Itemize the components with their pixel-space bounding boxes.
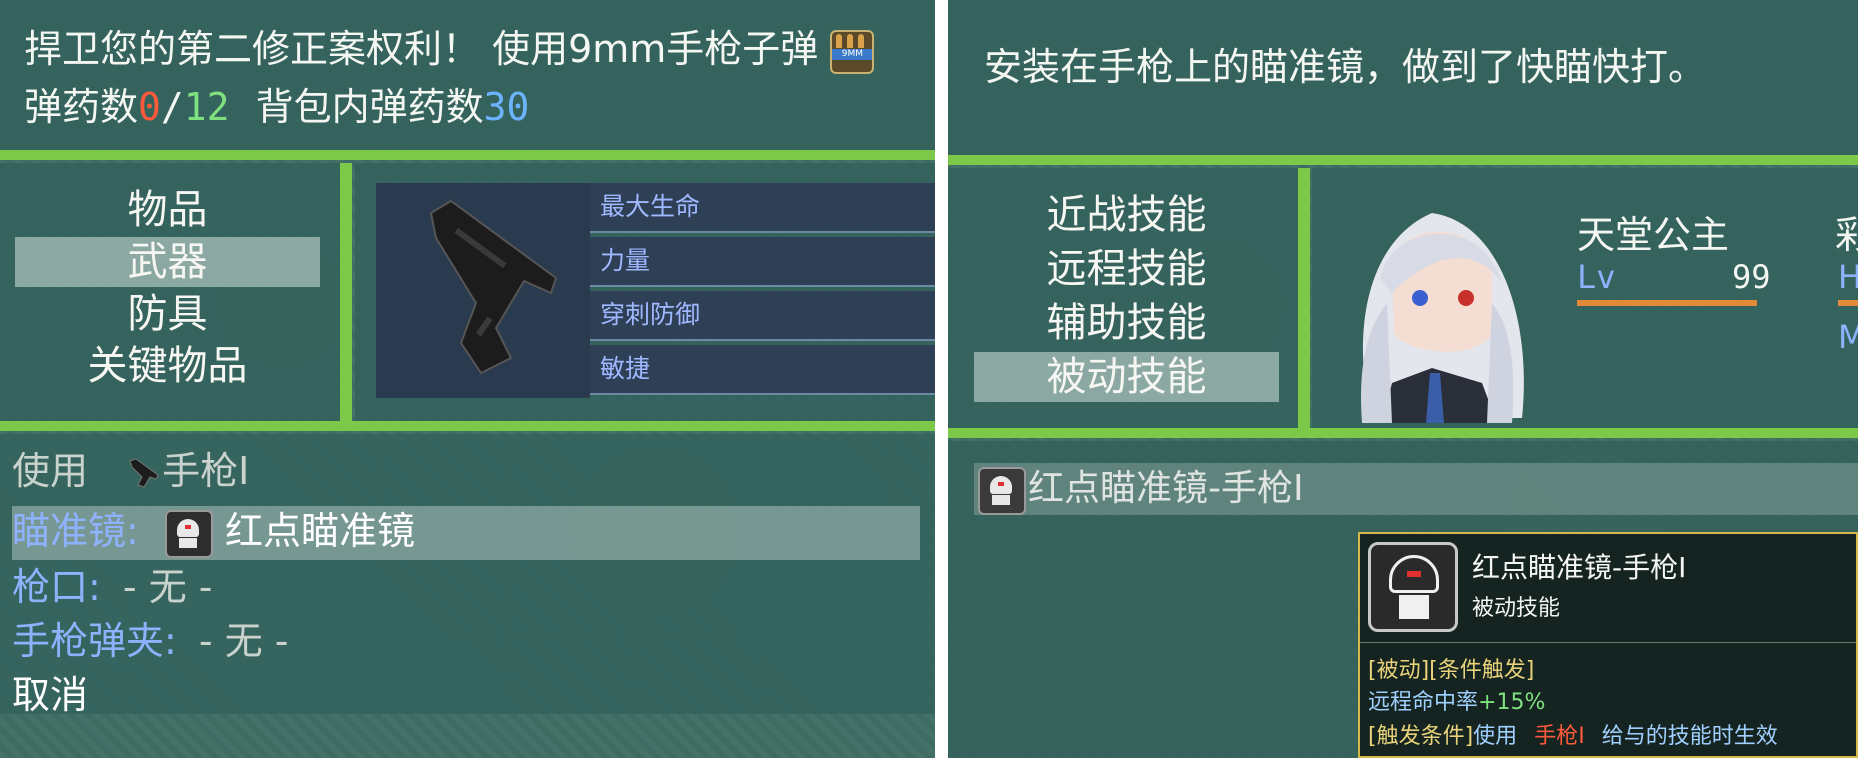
slot-value-magazine: - 无 - (198, 619, 289, 663)
hp-gauge-partial (1838, 300, 1858, 306)
cond-label: [触发条件] (1368, 724, 1474, 749)
slot-value-scope: 红点瞄准镜 (225, 509, 416, 553)
red-dot-sight-icon (978, 467, 1026, 515)
stat-strength: 力量 (590, 237, 935, 287)
skill-type-ranged[interactable]: 远程技能 (974, 244, 1279, 294)
mp-label-partial: M (1838, 318, 1858, 356)
tooltip-icon-frame (1368, 542, 1458, 632)
pistol-icon (429, 199, 558, 375)
effect-label: 远程命中率 (1368, 690, 1479, 715)
skill-tooltip: 红点瞄准镜-手枪Ⅰ 被动技能 [被动][条件触发] 远程命中率+15% [触发条… (1358, 532, 1858, 758)
stat-agility: 敏捷 (590, 345, 935, 395)
actor-name: 天堂公主 (1577, 213, 1730, 257)
divider (0, 150, 935, 160)
bag-ammo-count: 30 (483, 85, 530, 129)
slot-scope[interactable]: 瞄准镜: 红点瞄准镜 (12, 504, 415, 558)
hp-label-partial: H (1838, 258, 1858, 296)
stat-max-hp: 最大生命 (590, 183, 935, 233)
category-item-items[interactable]: 物品 (15, 185, 320, 235)
slot-label-scope: 瞄准镜: (12, 509, 139, 553)
ammo-line: 弹药数0/12 背包内弹药数30 (24, 76, 529, 131)
category-item-armor[interactable]: 防具 (15, 289, 320, 339)
tooltip-skill-name: 红点瞄准镜-手枪Ⅰ (1472, 551, 1687, 584)
category-item-weapons[interactable]: 武器 (15, 237, 320, 287)
divider (1298, 168, 1310, 428)
left-screen: 捍卫您的第二修正案权利！ 使用9mm手枪子弹 9MM 弹药数0/12 背包内弹药… (0, 0, 935, 758)
skill-type-support[interactable]: 辅助技能 (974, 298, 1279, 348)
slot-magazine[interactable]: 手枪弹夹: - 无 - (12, 614, 289, 668)
slot-muzzle[interactable]: 枪口: - 无 - (12, 560, 213, 614)
level-value: 99 (1732, 258, 1771, 296)
cond-pre: 使用 (1473, 724, 1518, 749)
actor-status-window: 天堂公主 彩 Lv 99 H M (1312, 168, 1858, 428)
tooltip-separator (1360, 642, 1856, 643)
weapon-name: 手枪Ⅰ (162, 449, 250, 493)
ammo-sep: / (160, 85, 184, 129)
cancel-button[interactable]: 取消 (12, 668, 88, 722)
skill-type-melee[interactable]: 近战技能 (974, 190, 1279, 240)
effect-value: +15% (1478, 690, 1546, 715)
skill-name: 红点瞄准镜-手枪Ⅰ (1028, 468, 1304, 509)
help-window: 捍卫您的第二修正案权利！ 使用9mm手枪子弹 9MM 弹药数0/12 背包内弹药… (0, 0, 935, 150)
slot-label-muzzle: 枪口: (12, 565, 101, 609)
ammo-icon-label: 9MM (832, 48, 873, 60)
help-text: 捍卫您的第二修正案权利！ 使用9mm手枪子弹 (24, 27, 819, 71)
equip-window: 使用 手枪Ⅰ 瞄准镜: 红点瞄准镜 枪口: - 无 - 手枪弹夹: - 无 - … (0, 434, 935, 717)
level-label: Lv (1577, 258, 1616, 296)
slot-value-muzzle: - 无 - (122, 565, 213, 609)
skill-type-window: 近战技能 远程技能 辅助技能 被动技能 (948, 168, 1298, 428)
slot-label-magazine: 手枪弹夹: (12, 619, 177, 663)
ammo-9mm-icon: 9MM (830, 29, 875, 74)
level-gauge (1577, 300, 1757, 306)
category-window: 物品 武器 防具 关键物品 (0, 163, 340, 421)
actor-portrait (1361, 213, 1524, 423)
use-row: 使用 手枪Ⅰ (12, 444, 249, 498)
actor-name-partial: 彩 (1835, 213, 1858, 257)
divider (948, 155, 1858, 165)
divider (948, 428, 1858, 438)
item-preview-box (376, 183, 590, 398)
pistol-small-icon (129, 457, 159, 488)
help-window: 安装在手枪上的瞄准镜，做到了快瞄快打。 (948, 0, 1858, 155)
stat-pierce-defense: 穿刺防御 (590, 291, 935, 341)
bag-ammo-label: 背包内弹药数 (255, 85, 484, 129)
skill-list-item[interactable]: 红点瞄准镜-手枪Ⅰ (974, 463, 1858, 515)
tooltip-skill-type: 被动技能 (1472, 596, 1561, 621)
divider (340, 163, 352, 421)
red-dot-sight-icon (164, 509, 213, 558)
ammo-label: 弹药数 (24, 85, 139, 129)
red-dot-sight-icon (1389, 555, 1439, 625)
skill-type-passive[interactable]: 被动技能 (974, 352, 1279, 402)
ammo-max: 12 (183, 85, 230, 129)
category-item-key-items[interactable]: 关键物品 (15, 341, 320, 391)
use-label: 使用 (12, 449, 89, 493)
cond-post: 给与的技能时生效 (1601, 724, 1778, 749)
ammo-current: 0 (138, 85, 161, 129)
cond-weapon: 手枪Ⅰ (1534, 724, 1585, 749)
tooltip-condition: [触发条件]使用 手枪Ⅰ 给与的技能时生效 (1368, 718, 1778, 750)
tooltip-tags: [被动][条件触发] (1368, 658, 1535, 683)
help-text: 安装在手枪上的瞄准镜，做到了快瞄快打。 (984, 45, 1707, 89)
divider (0, 421, 935, 431)
tooltip-effect: 远程命中率+15% (1368, 684, 1545, 716)
